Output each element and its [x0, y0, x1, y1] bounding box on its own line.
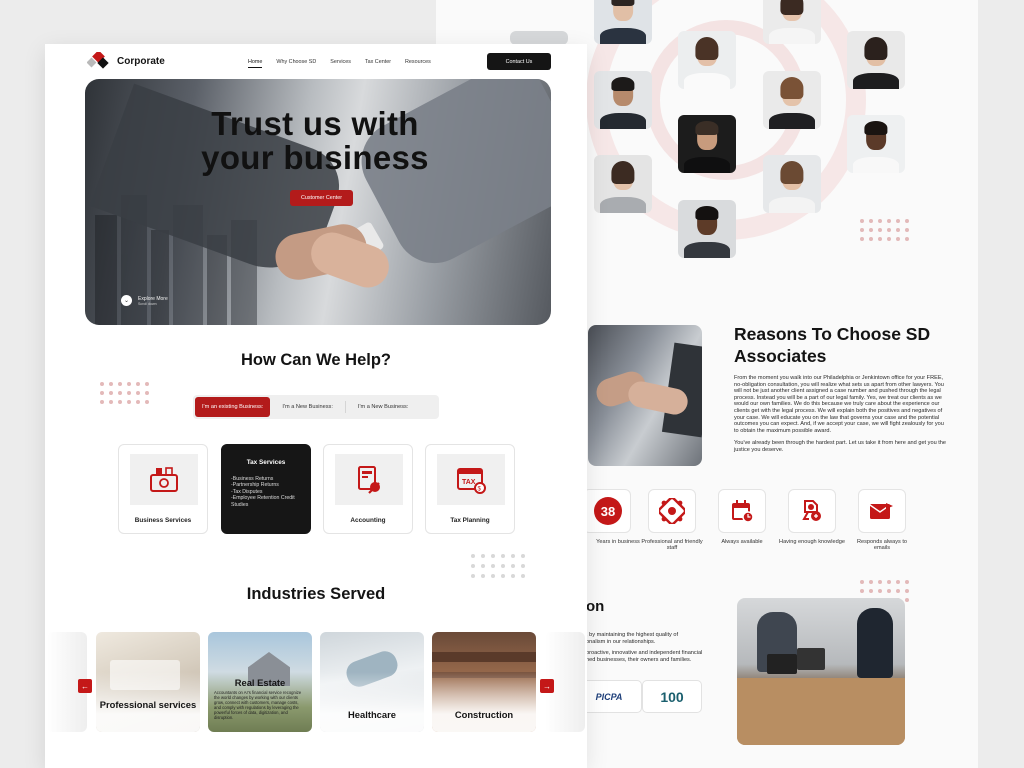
- feature-staff: Professional and friendly staff: [639, 489, 705, 552]
- carousel-next-button[interactable]: →: [540, 679, 554, 693]
- about-line: onalism in our relationships.: [586, 638, 656, 645]
- nav-link-why-choose[interactable]: Why Choose SD: [276, 59, 316, 65]
- about-text: , by maintaining the highest quality of …: [586, 632, 736, 663]
- team-photo: [847, 115, 905, 173]
- reasons-body: From the moment you walk into our Philad…: [734, 375, 946, 454]
- nav-link-home[interactable]: Home: [248, 59, 263, 68]
- customer-center-button[interactable]: Customer Center: [290, 190, 353, 206]
- team-photo: [510, 31, 568, 45]
- about-line: ned businesses, their owners and familie…: [586, 656, 692, 663]
- feature-label: Having enough knowledge: [779, 539, 845, 545]
- years-badge: 38: [594, 497, 622, 525]
- industry-card-construction[interactable]: Construction: [432, 632, 536, 732]
- handshake-photo: [588, 325, 702, 466]
- reasons-paragraph: From the moment you walk into our Philad…: [734, 375, 944, 434]
- nav-link-resources[interactable]: Resources: [405, 59, 431, 65]
- front-page: Corporate Home Why Choose SD Services Ta…: [45, 44, 587, 768]
- industry-label: Real Estate: [234, 677, 286, 688]
- money-briefcase-icon: [150, 466, 178, 492]
- service-label: Business Services: [134, 517, 192, 524]
- industry-card-real-estate[interactable]: Real Estate Accountants on Ar's financia…: [208, 632, 312, 732]
- feature-label: Professional and friendly staff: [641, 539, 703, 552]
- about-heading: on: [586, 598, 605, 615]
- team-photo: [763, 0, 821, 44]
- picpa-logo-text: PICPA: [595, 691, 623, 702]
- tab-existing-business[interactable]: I'm an existing Business:: [195, 397, 271, 417]
- logo-icon: [87, 52, 109, 69]
- hero-title: Trust us with your business: [201, 105, 429, 176]
- business-type-tabs: I'm an existing Business: I'm a New Busi…: [193, 395, 439, 419]
- feature-knowledge: Having enough knowledge: [779, 489, 845, 545]
- feature-label: Always available: [721, 539, 763, 545]
- explore-sublabel: Scroll down: [138, 301, 157, 306]
- nav-links: Home Why Choose SD Services Tax Center R…: [248, 59, 445, 68]
- team-photo: [594, 155, 652, 213]
- industry-label: Construction: [454, 709, 514, 720]
- team-photo: [678, 200, 736, 258]
- decorative-dots: [471, 554, 525, 578]
- tab-new-business-2[interactable]: I'm a New Business:: [346, 397, 421, 417]
- top-nav: Corporate Home Why Choose SD Services Ta…: [45, 44, 587, 80]
- accounting-document-icon: [358, 465, 380, 494]
- industry-label: Professional services: [99, 699, 197, 710]
- industry-card-professional[interactable]: Professional services: [96, 632, 200, 732]
- email-icon: [869, 503, 893, 519]
- team-photo: [594, 71, 652, 129]
- team-photo: [594, 0, 652, 44]
- service-card-tax[interactable]: Tax Services -Business Returns -Partners…: [221, 444, 311, 534]
- about-line: , by maintaining the highest quality of: [586, 632, 679, 638]
- explore-more-link[interactable]: ⌄ Explore More Scroll down: [121, 295, 168, 306]
- reasons-paragraph: You've already been through the hardest …: [734, 440, 947, 453]
- service-card-tax-planning[interactable]: TAX $ Tax Planning: [425, 444, 515, 534]
- industry-description: Accountants on Ar's financial service re…: [214, 690, 302, 720]
- feature-label: Responds always to emails: [856, 539, 908, 552]
- team-photo: [763, 155, 821, 213]
- tax-service-item: -Employee Retention Credit Studies: [231, 495, 295, 508]
- tax-services-list: -Business Returns -Partnership Returns -…: [231, 476, 301, 508]
- carousel-prev-button[interactable]: ←: [78, 679, 92, 693]
- nav-link-services[interactable]: Services: [330, 59, 351, 65]
- industry-card-healthcare[interactable]: Healthcare: [320, 632, 424, 732]
- about-line: proactive, innovative and independent fi…: [586, 650, 703, 657]
- team-icon: [659, 498, 685, 524]
- team-photo: [678, 115, 736, 173]
- team-photo: [763, 71, 821, 129]
- industries-title: Industries Served: [246, 585, 386, 603]
- service-card-business[interactable]: Business Services: [118, 444, 208, 534]
- hundred-logo-text: 100: [660, 688, 684, 705]
- nav-link-tax-center[interactable]: Tax Center: [365, 59, 391, 65]
- calendar-icon: [732, 500, 754, 523]
- feature-available: Always available: [709, 489, 775, 545]
- office-meeting-photo: [737, 598, 905, 745]
- team-photo: [678, 31, 736, 89]
- partner-logo-100: 100: [642, 680, 702, 713]
- team-photo: [847, 31, 905, 89]
- help-title: How Can We Help?: [240, 351, 392, 369]
- decorative-dots: [100, 382, 149, 404]
- hero-banner: Trust us with your business Customer Cen…: [85, 79, 551, 325]
- reasons-title: Reasons To Choose SD Associates: [734, 324, 931, 366]
- service-label: Accounting: [350, 517, 386, 524]
- service-label: Tax Planning: [450, 517, 490, 524]
- contact-us-button[interactable]: Contact Us: [487, 53, 551, 70]
- brand-name[interactable]: Corporate: [117, 56, 165, 67]
- tax-calendar-icon: TAX$: [457, 467, 486, 494]
- decorative-dots: [860, 219, 909, 241]
- chevron-down-icon: ⌄: [121, 295, 132, 306]
- svg-text:TAX: TAX: [462, 479, 476, 486]
- service-label: Tax Services: [246, 459, 286, 466]
- feature-email: Responds always to emails: [849, 489, 915, 552]
- service-card-accounting[interactable]: Accounting: [323, 444, 413, 534]
- knowledge-icon: [802, 500, 821, 521]
- explore-label: Explore More: [138, 295, 168, 302]
- industry-label: Healthcare: [348, 709, 396, 720]
- tab-new-business[interactable]: I'm a New Business:: [270, 397, 345, 417]
